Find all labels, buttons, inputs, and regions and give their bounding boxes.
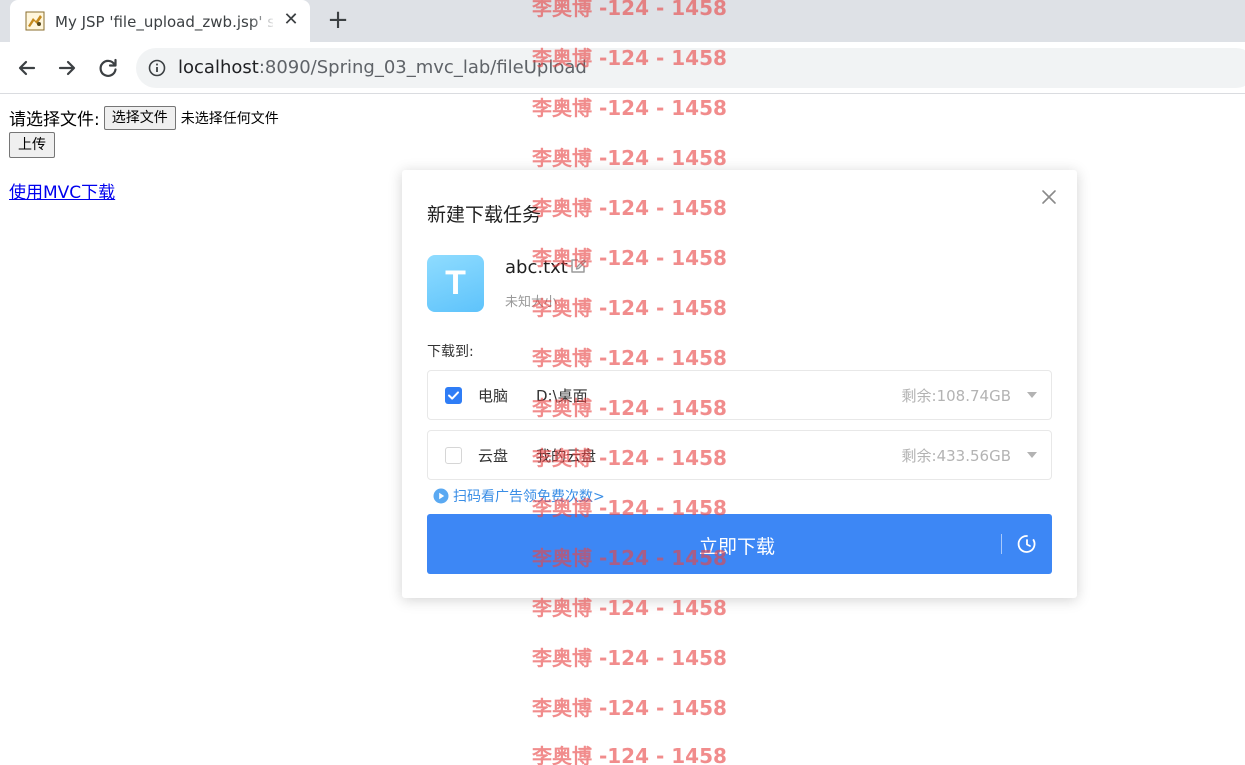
- destination-path: 我的云盘: [536, 447, 597, 465]
- text-file-icon: T: [427, 255, 484, 312]
- free-space: 剩余:433.56GB: [901, 447, 1011, 465]
- file-size: 未知大小: [505, 295, 558, 310]
- tab-title-fade: [250, 8, 276, 32]
- button-divider: [1001, 534, 1002, 554]
- close-icon[interactable]: [1040, 188, 1058, 206]
- browser-tab[interactable]: My JSP 'file_upload_zwb.jsp' s ✕: [10, 0, 310, 42]
- ad-free-quota-link[interactable]: 扫码看广告领免费次数>: [433, 486, 605, 506]
- new-download-dialog: 新建下载任务 T abc.txt 未知大小 下载到: 电脑 D:\桌面 剩余:1…: [402, 170, 1077, 598]
- destination-path: D:\桌面: [536, 387, 588, 405]
- no-file-chosen-text: 未选择任何文件: [180, 110, 279, 127]
- choose-file-button[interactable]: 选择文件: [103, 105, 176, 130]
- new-tab-icon[interactable]: +: [323, 6, 353, 36]
- file-upload-form: 请选择文件: 选择文件 未选择任何文件: [9, 105, 279, 130]
- free-space: 剩余:108.74GB: [901, 387, 1011, 405]
- forward-arrow-icon[interactable]: [53, 54, 81, 82]
- ad-link-text: 扫码看广告领免费次数>: [453, 489, 605, 505]
- file-label: 请选择文件:: [9, 110, 100, 130]
- url-text[interactable]: localhost:8090/Spring_03_mvc_lab/fileUpl…: [178, 57, 587, 78]
- cloud-checkbox[interactable]: [445, 447, 462, 464]
- reload-icon[interactable]: [94, 54, 122, 82]
- file-name: abc.txt: [505, 257, 568, 278]
- computer-checkbox[interactable]: [445, 387, 462, 404]
- tomcat-favicon-icon: [25, 11, 45, 31]
- tab-title: My JSP 'file_upload_zwb.jsp' s: [55, 13, 273, 31]
- tab-strip: My JSP 'file_upload_zwb.jsp' s ✕ +: [0, 0, 1245, 42]
- browser-toolbar: localhost:8090/Spring_03_mvc_lab/fileUpl…: [0, 42, 1245, 94]
- url-path: :8090/Spring_03_mvc_lab/fileUpload: [258, 57, 587, 78]
- download-now-label: 立即下载: [698, 536, 775, 558]
- site-info-icon[interactable]: [148, 59, 166, 77]
- mvc-download-link[interactable]: 使用MVC下载: [9, 178, 115, 203]
- play-icon: [433, 488, 449, 504]
- destination-name: 电脑: [478, 387, 509, 405]
- destination-option-cloud[interactable]: 云盘 我的云盘 剩余:433.56GB: [427, 430, 1052, 480]
- back-arrow-icon[interactable]: [13, 54, 41, 82]
- save-to-label: 下载到:: [427, 344, 474, 360]
- schedule-clock-icon[interactable]: [1016, 533, 1038, 555]
- dropdown-arrow-icon[interactable]: [1027, 392, 1037, 398]
- destination-option-computer[interactable]: 电脑 D:\桌面 剩余:108.74GB: [427, 370, 1052, 420]
- url-host: localhost: [178, 57, 259, 78]
- dropdown-arrow-icon[interactable]: [1027, 452, 1037, 458]
- download-now-button[interactable]: 立即下载: [427, 514, 1052, 574]
- dialog-title: 新建下载任务: [427, 204, 542, 226]
- destination-name: 云盘: [478, 447, 509, 465]
- tab-close-icon[interactable]: ✕: [280, 9, 302, 31]
- edit-filename-icon[interactable]: [569, 257, 587, 275]
- address-bar[interactable]: localhost:8090/Spring_03_mvc_lab/fileUpl…: [136, 48, 1245, 88]
- upload-button[interactable]: 上传: [9, 132, 55, 158]
